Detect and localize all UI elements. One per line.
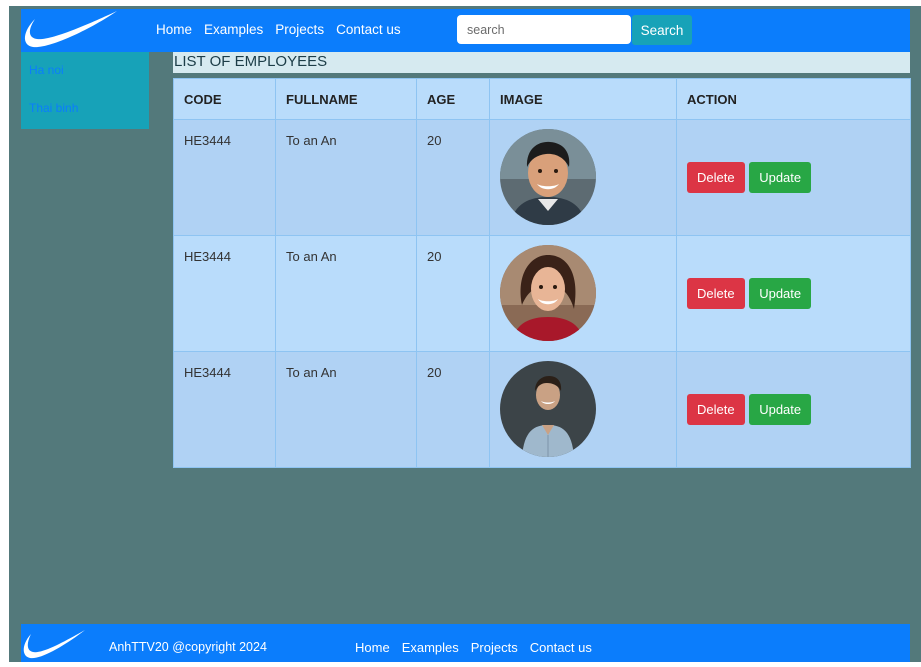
- cell-code: HE3444: [173, 351, 276, 468]
- cell-image: [489, 119, 677, 236]
- sidebar-item-thai-binh[interactable]: Thai binh: [29, 101, 78, 115]
- employee-avatar: [500, 129, 596, 225]
- footer-contact-us[interactable]: Contact us: [530, 640, 592, 655]
- nav-examples[interactable]: Examples: [204, 22, 263, 37]
- employee-avatar: [500, 245, 596, 341]
- update-button[interactable]: Update: [749, 162, 812, 193]
- header-code: CODE: [173, 78, 276, 120]
- cell-age: 20: [416, 235, 490, 352]
- sidebar-item-ha-noi[interactable]: Ha noi: [29, 63, 64, 77]
- cell-fullname: To an An: [275, 351, 417, 468]
- search-button[interactable]: Search: [632, 15, 692, 45]
- header-image: IMAGE: [489, 78, 677, 120]
- footer-links: Home Examples Projects Contact us: [355, 640, 592, 655]
- cell-code: HE3444: [173, 119, 276, 236]
- copyright-text: AnhTTV20 @copyright 2024: [109, 640, 267, 654]
- cell-image: [489, 351, 677, 468]
- header-fullname: FULLNAME: [275, 78, 417, 120]
- footer-projects[interactable]: Projects: [471, 640, 518, 655]
- swoosh-logo-icon[interactable]: [21, 626, 87, 667]
- table-row: HE3444 To an An 20 Delete Update: [173, 119, 911, 236]
- delete-button[interactable]: Delete: [687, 394, 745, 425]
- delete-button[interactable]: Delete: [687, 162, 745, 193]
- nav-contact-us[interactable]: Contact us: [336, 22, 401, 37]
- nav-projects[interactable]: Projects: [275, 22, 324, 37]
- top-navbar: Home Examples Projects Contact us Search: [21, 9, 910, 52]
- update-button[interactable]: Update: [749, 394, 812, 425]
- cell-fullname: To an An: [275, 119, 417, 236]
- search-input[interactable]: [457, 15, 631, 44]
- nav-links: Home Examples Projects Contact us: [156, 22, 401, 37]
- footer-examples[interactable]: Examples: [402, 640, 459, 655]
- nav-home[interactable]: Home: [156, 22, 192, 37]
- footer-home[interactable]: Home: [355, 640, 390, 655]
- cell-age: 20: [416, 119, 490, 236]
- cell-action: Delete Update: [676, 351, 911, 468]
- swoosh-logo-icon[interactable]: [21, 9, 121, 57]
- cell-action: Delete Update: [676, 119, 911, 236]
- footer: AnhTTV20 @copyright 2024 Home Examples P…: [21, 624, 910, 662]
- page-title: LIST OF EMPLOYEES: [174, 53, 328, 70]
- table-row: HE3444 To an An 20 Delete Update: [173, 351, 911, 468]
- table-header-row: CODE FULLNAME AGE IMAGE ACTION: [173, 78, 911, 120]
- update-button[interactable]: Update: [749, 278, 812, 309]
- sidebar: Ha noi Thai binh: [21, 52, 149, 129]
- employee-table: CODE FULLNAME AGE IMAGE ACTION HE3444 To…: [173, 78, 911, 468]
- cell-action: Delete Update: [676, 235, 911, 352]
- header-action: ACTION: [676, 78, 911, 120]
- cell-code: HE3444: [173, 235, 276, 352]
- cell-image: [489, 235, 677, 352]
- cell-fullname: To an An: [275, 235, 417, 352]
- employee-avatar: [500, 361, 596, 457]
- title-bar: LIST OF EMPLOYEES: [173, 52, 910, 73]
- cell-age: 20: [416, 351, 490, 468]
- delete-button[interactable]: Delete: [687, 278, 745, 309]
- table-row: HE3444 To an An 20 Delete Update: [173, 235, 911, 352]
- header-age: AGE: [416, 78, 490, 120]
